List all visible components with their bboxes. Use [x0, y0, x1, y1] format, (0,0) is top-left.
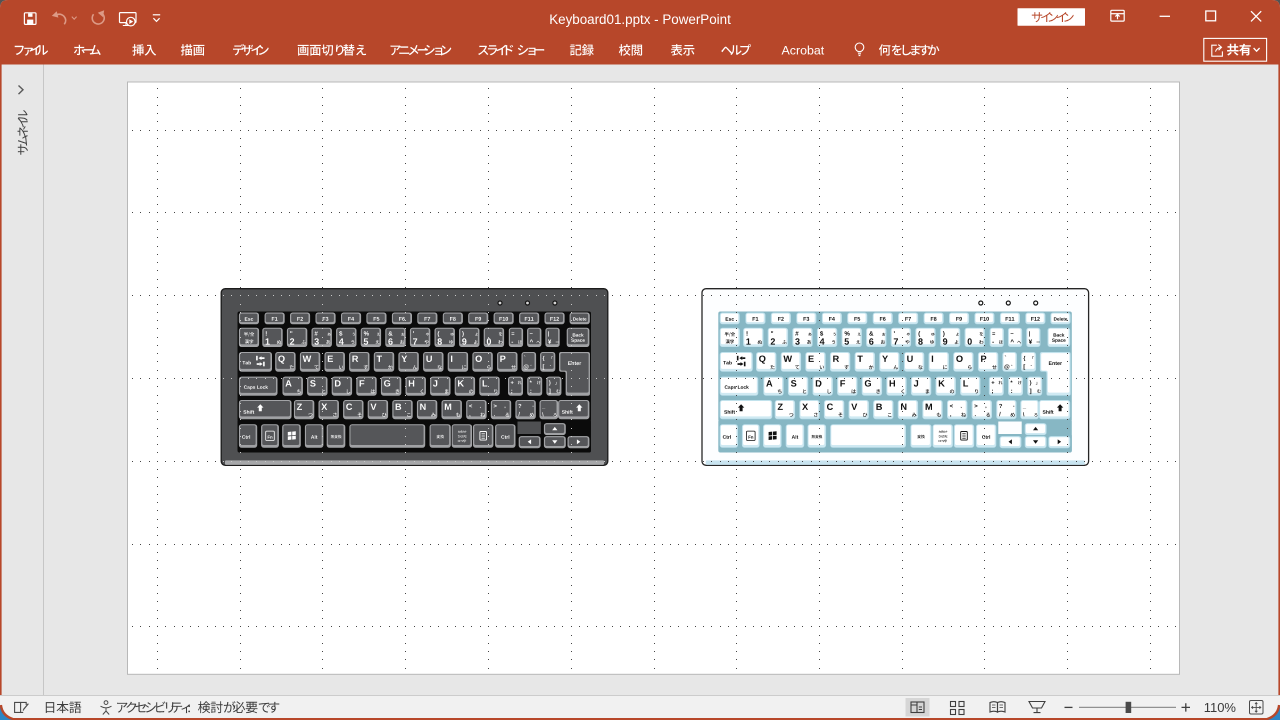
svg-text:Keyboard01.pptx - PowerPoint: Keyboard01.pptx - PowerPoint	[549, 12, 731, 27]
svg-text:Acrobat: Acrobat	[782, 44, 825, 58]
svg-text:110%: 110%	[1204, 700, 1237, 715]
